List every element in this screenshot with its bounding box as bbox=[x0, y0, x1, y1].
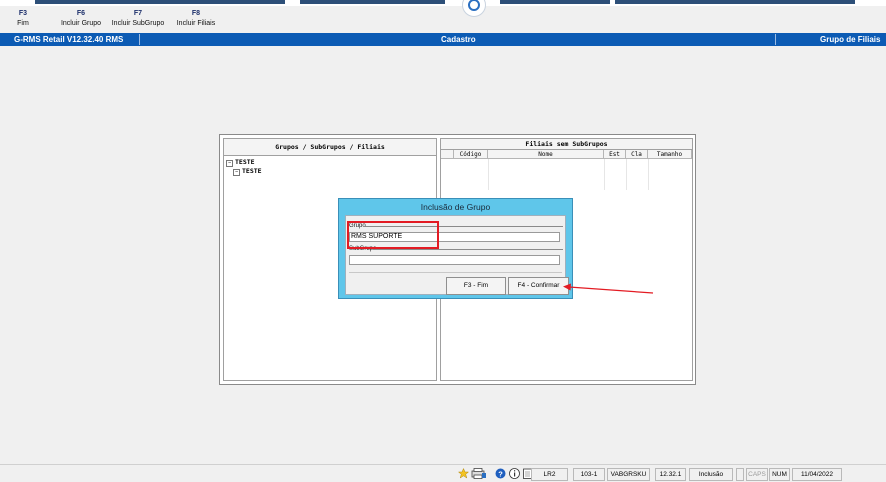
toolbar-incluir-subgrupo-button[interactable]: F7 Incluir SubGrupo bbox=[109, 10, 167, 27]
section-title: Grupo de Filiais bbox=[820, 35, 881, 44]
column-header-cla[interactable]: Cla bbox=[626, 150, 648, 159]
fkey-caption: Incluir Filiais bbox=[176, 20, 216, 27]
dialog-title: Inclusão de Grupo bbox=[420, 202, 491, 212]
title-separator bbox=[139, 34, 140, 45]
app-version-title: G-RMS Retail V12.32.40 RMS bbox=[14, 35, 124, 44]
status-empty bbox=[736, 468, 744, 481]
toolbar-incluir-grupo-button[interactable]: F6 Incluir Grupo bbox=[57, 10, 105, 27]
svg-text:?: ? bbox=[498, 469, 503, 478]
toolbar-fim-button[interactable]: F3 Fim bbox=[10, 10, 36, 27]
help-icon[interactable]: ? bbox=[495, 468, 506, 479]
tree-node-label: TESTE bbox=[242, 167, 262, 175]
fkey-label: F6 bbox=[76, 10, 86, 17]
status-mode: Inclusão bbox=[689, 468, 733, 481]
subgrupo-input[interactable] bbox=[349, 255, 560, 265]
column-header-tamanho[interactable]: Tamanho bbox=[648, 150, 692, 159]
status-date: 11/04/2022 bbox=[792, 468, 842, 481]
status-user: VABGRSKU bbox=[607, 468, 650, 481]
column-header-nome[interactable]: Nome bbox=[488, 150, 604, 159]
fim-button[interactable]: F3 - Fim bbox=[446, 277, 506, 295]
fkey-label: F3 bbox=[18, 10, 28, 17]
status-terminal: LR2 bbox=[531, 468, 568, 481]
top-strip-segment bbox=[300, 0, 445, 4]
status-caps: CAPS bbox=[746, 468, 768, 481]
top-strip-segment bbox=[615, 0, 855, 4]
title-separator bbox=[775, 34, 776, 45]
groups-tree-header: Grupos / SubGrupos / Filiais bbox=[224, 139, 436, 156]
fkey-label: F8 bbox=[191, 10, 201, 17]
toolbar-incluir-filiais-button[interactable]: F8 Incluir Filiais bbox=[174, 10, 218, 27]
fkey-caption: Incluir SubGrupo bbox=[111, 20, 165, 27]
printer-icon[interactable] bbox=[471, 468, 487, 479]
fkey-caption: Fim bbox=[17, 20, 29, 27]
fkey-caption: Incluir Grupo bbox=[60, 20, 102, 27]
collapse-icon[interactable]: − bbox=[226, 160, 233, 167]
app-logo-icon[interactable] bbox=[462, 0, 486, 17]
dialog-buttons: F3 - Fim F4 - Confirmar bbox=[349, 272, 569, 295]
status-version: 12.32.1 bbox=[655, 468, 686, 481]
top-strip-segment bbox=[35, 0, 285, 4]
column-divider bbox=[626, 159, 627, 190]
annotation-highlight-box bbox=[347, 221, 439, 249]
screen-title: Cadastro bbox=[441, 35, 476, 44]
title-bar: G-RMS Retail V12.32.40 RMS Cadastro Grup… bbox=[0, 33, 886, 46]
fkey-label: F7 bbox=[133, 10, 143, 17]
info-icon[interactable] bbox=[509, 468, 520, 479]
tree-node-group[interactable]: − TESTE bbox=[226, 158, 255, 167]
column-header-est[interactable]: Est bbox=[604, 150, 626, 159]
table-column-header bbox=[441, 150, 454, 159]
column-divider bbox=[648, 159, 649, 190]
collapse-icon[interactable]: − bbox=[233, 169, 240, 176]
window-top-strip bbox=[0, 0, 886, 6]
column-divider bbox=[604, 159, 605, 190]
branches-header: Filiais sem SubGrupos bbox=[441, 139, 692, 150]
status-bar: ? LR2 103-1 VABGRSKU 12.32.1 Inclusão CA… bbox=[0, 464, 886, 482]
annotation-arrow bbox=[563, 283, 654, 294]
status-store: 103-1 bbox=[573, 468, 605, 481]
tree-node-label: TESTE bbox=[235, 158, 255, 166]
top-strip-segment bbox=[500, 0, 610, 4]
confirmar-button[interactable]: F4 - Confirmar bbox=[508, 277, 569, 295]
status-num: NUM bbox=[769, 468, 790, 481]
column-divider bbox=[488, 159, 489, 190]
field-divider bbox=[373, 249, 563, 250]
star-icon[interactable] bbox=[458, 468, 469, 479]
column-header-codigo[interactable]: Código bbox=[454, 150, 488, 159]
tree-node-subgroup[interactable]: − TESTE bbox=[233, 167, 262, 176]
